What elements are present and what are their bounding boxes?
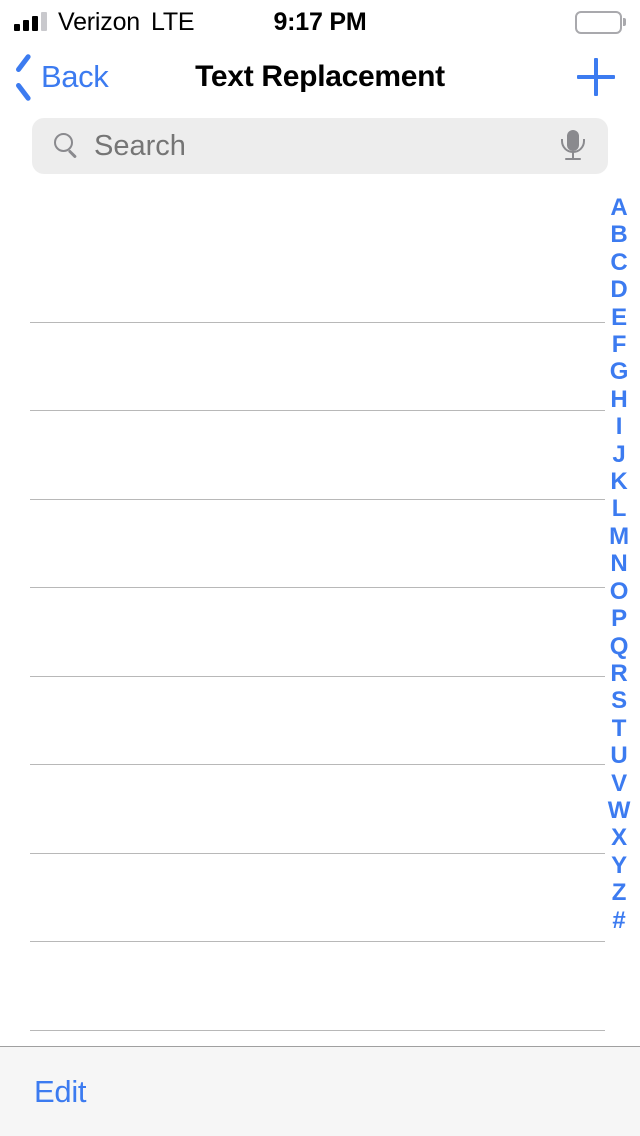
table-row[interactable] <box>30 854 605 942</box>
status-bar-right <box>575 10 626 34</box>
section-index-letter[interactable]: P <box>604 605 634 632</box>
search-bar-container <box>0 110 640 182</box>
table-row[interactable] <box>30 765 605 854</box>
status-bar-left: Verizon LTE <box>14 7 195 37</box>
navigation-bar: Back Text Replacement <box>0 44 640 110</box>
table-row[interactable] <box>30 411 605 500</box>
section-index-letter[interactable]: U <box>604 742 634 769</box>
section-index-letter[interactable]: I <box>604 413 634 440</box>
table-row[interactable] <box>30 234 605 323</box>
section-index-letter[interactable]: K <box>604 468 634 495</box>
table-row[interactable] <box>30 323 605 411</box>
table-row[interactable] <box>30 677 605 765</box>
section-index-letter[interactable]: H <box>604 386 634 413</box>
section-index-letter[interactable]: S <box>604 687 634 714</box>
status-bar: Verizon LTE 9:17 PM <box>0 0 640 44</box>
section-index-letter[interactable]: # <box>604 907 634 934</box>
table-row[interactable] <box>30 500 605 588</box>
section-index-letter[interactable]: B <box>604 221 634 248</box>
search-icon <box>54 133 80 159</box>
carrier-label: Verizon <box>58 7 140 36</box>
section-index-letter[interactable]: F <box>604 331 634 358</box>
network-type-label: LTE <box>151 7 195 36</box>
section-index-letter[interactable]: W <box>604 797 634 824</box>
cellular-signal-icon <box>14 11 47 32</box>
section-index-letter[interactable]: J <box>604 441 634 468</box>
plus-icon[interactable] <box>574 55 618 99</box>
section-index-letter[interactable]: M <box>604 523 634 550</box>
iphone-screen: Verizon LTE 9:17 PM Back Text Replacemen… <box>0 0 640 1136</box>
table-row[interactable] <box>30 588 605 677</box>
section-index-letter[interactable]: C <box>604 249 634 276</box>
search-input[interactable] <box>94 129 560 163</box>
section-index-letter[interactable]: N <box>604 550 634 577</box>
table-row[interactable] <box>30 942 605 1031</box>
section-index-letter[interactable]: Q <box>604 633 634 660</box>
bottom-toolbar: Edit <box>0 1046 640 1136</box>
section-index-letter[interactable]: X <box>604 824 634 851</box>
section-index-letter[interactable]: V <box>604 770 634 797</box>
section-index-letter[interactable]: T <box>604 715 634 742</box>
section-index-letter[interactable]: D <box>604 276 634 303</box>
microphone-icon[interactable] <box>560 128 586 164</box>
section-index-letter[interactable]: G <box>604 358 634 385</box>
chevron-left-icon <box>14 59 36 95</box>
battery-nub <box>623 18 626 26</box>
section-index-letter[interactable]: Z <box>604 879 634 906</box>
section-index-letter[interactable]: O <box>604 578 634 605</box>
section-index-bar[interactable]: A B C D E F G H I J K L M N O P Q R S T U V W X Y Z # <box>604 194 634 934</box>
back-button-label: Back <box>41 59 109 94</box>
battery-icon <box>575 10 626 34</box>
section-index-letter[interactable]: Y <box>604 852 634 879</box>
section-index-letter[interactable]: R <box>604 660 634 687</box>
text-replacement-list: A B C D E F G H I J K L M N O P Q R S T U V W X Y Z # <box>0 182 640 1046</box>
back-button[interactable]: Back <box>14 59 109 95</box>
search-field[interactable] <box>32 118 608 174</box>
section-index-letter[interactable]: L <box>604 495 634 522</box>
table-rows <box>0 234 640 1031</box>
section-index-letter[interactable]: E <box>604 304 634 331</box>
edit-button[interactable]: Edit <box>34 1074 87 1110</box>
section-index-letter[interactable]: A <box>604 194 634 221</box>
